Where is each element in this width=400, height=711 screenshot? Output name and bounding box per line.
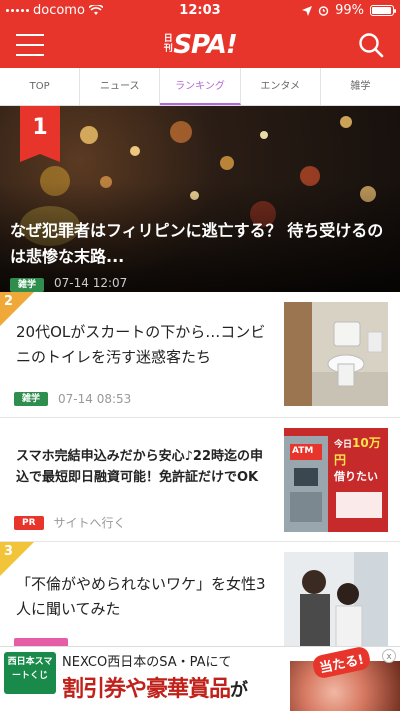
article-title[interactable]: スマホ完結申込みだから安心♪22時迄の申込で最短即日融資可能！免許証だけでOK (16, 446, 266, 488)
article-date: 07-14 12:07 (54, 276, 128, 290)
battery-percent: 99% (335, 3, 364, 18)
tab-entame[interactable]: エンタメ (241, 68, 321, 105)
tab-news[interactable]: ニュース (80, 68, 161, 105)
status-bar: docomo 12:03 99% (0, 0, 400, 22)
ad-thumb-text: 今日10万円 借りたい (334, 436, 381, 483)
category-badge[interactable] (14, 638, 68, 646)
tab-zatsugaku[interactable]: 雑学 (321, 68, 400, 105)
location-icon (302, 5, 313, 16)
app-header: 日刊SPA! (0, 22, 400, 68)
article-thumbnail[interactable] (284, 302, 388, 406)
close-icon[interactable]: x (382, 649, 396, 663)
rank-badge: 1 (20, 106, 60, 162)
hero-article[interactable]: 1 なぜ犯罪者はフィリピンに逃亡する？ 待ち受けるのは悲惨な末路... (0, 106, 400, 292)
tab-ranking[interactable]: ランキング (160, 68, 241, 105)
article-thumbnail[interactable]: ATM 今日10万円 借りたい (284, 428, 388, 532)
toilet-image (284, 302, 388, 406)
article-date: 07-14 08:53 (58, 392, 132, 406)
article-thumbnail[interactable] (284, 552, 388, 646)
rank-number: 3 (4, 544, 14, 559)
article-title[interactable]: 「不倫がやめられないワケ」を女性3人に聞いてみた (16, 572, 266, 622)
ad-prize-text: 割引券や豪華賞品が (62, 677, 248, 702)
atm-label: ATM (292, 446, 314, 456)
hero-meta: 雑学 07-14 12:07 (10, 272, 127, 292)
ad-logo: 西日本スマートくじ (4, 652, 56, 694)
category-badge[interactable]: 雑学 (10, 278, 45, 292)
category-badge[interactable]: 雑学 (14, 392, 49, 406)
hero-title[interactable]: なぜ犯罪者はフィリピンに逃亡する？ 待ち受けるのは悲惨な末路... (10, 218, 390, 270)
rank-number: 2 (4, 294, 14, 309)
tab-top[interactable]: TOP (0, 68, 81, 105)
search-icon[interactable] (358, 32, 384, 58)
pr-badge: PR (14, 515, 44, 530)
alarm-icon (318, 6, 329, 16)
battery-icon (370, 5, 396, 16)
site-logo[interactable]: 日刊SPA! (0, 30, 400, 60)
article-item[interactable]: 2 20代OLがスカートの下から…コンビニのトイレを汚す迷惑客たち 雑学 07-1… (0, 292, 400, 418)
women-image (284, 552, 388, 646)
article-item[interactable]: 3 「不倫がやめられないワケ」を女性3人に聞いてみた (0, 542, 400, 646)
sponsored-item[interactable]: スマホ完結申込みだから安心♪22時迄の申込で最短即日融資可能！免許証だけでOK … (0, 418, 400, 542)
ad-headline: NEXCO西日本のSA・PAにて (62, 655, 232, 670)
article-title[interactable]: 20代OLがスカートの下から…コンビニのトイレを汚す迷惑客たち (16, 320, 266, 370)
ad-banner[interactable]: 西日本スマートくじ NEXCO西日本のSA・PAにて 割引券や豪華賞品が 当たる… (0, 646, 400, 711)
sponsor-link[interactable]: サイトへ行く (54, 514, 126, 531)
category-tabs: TOP ニュース ランキング エンタメ 雑学 (0, 68, 400, 106)
